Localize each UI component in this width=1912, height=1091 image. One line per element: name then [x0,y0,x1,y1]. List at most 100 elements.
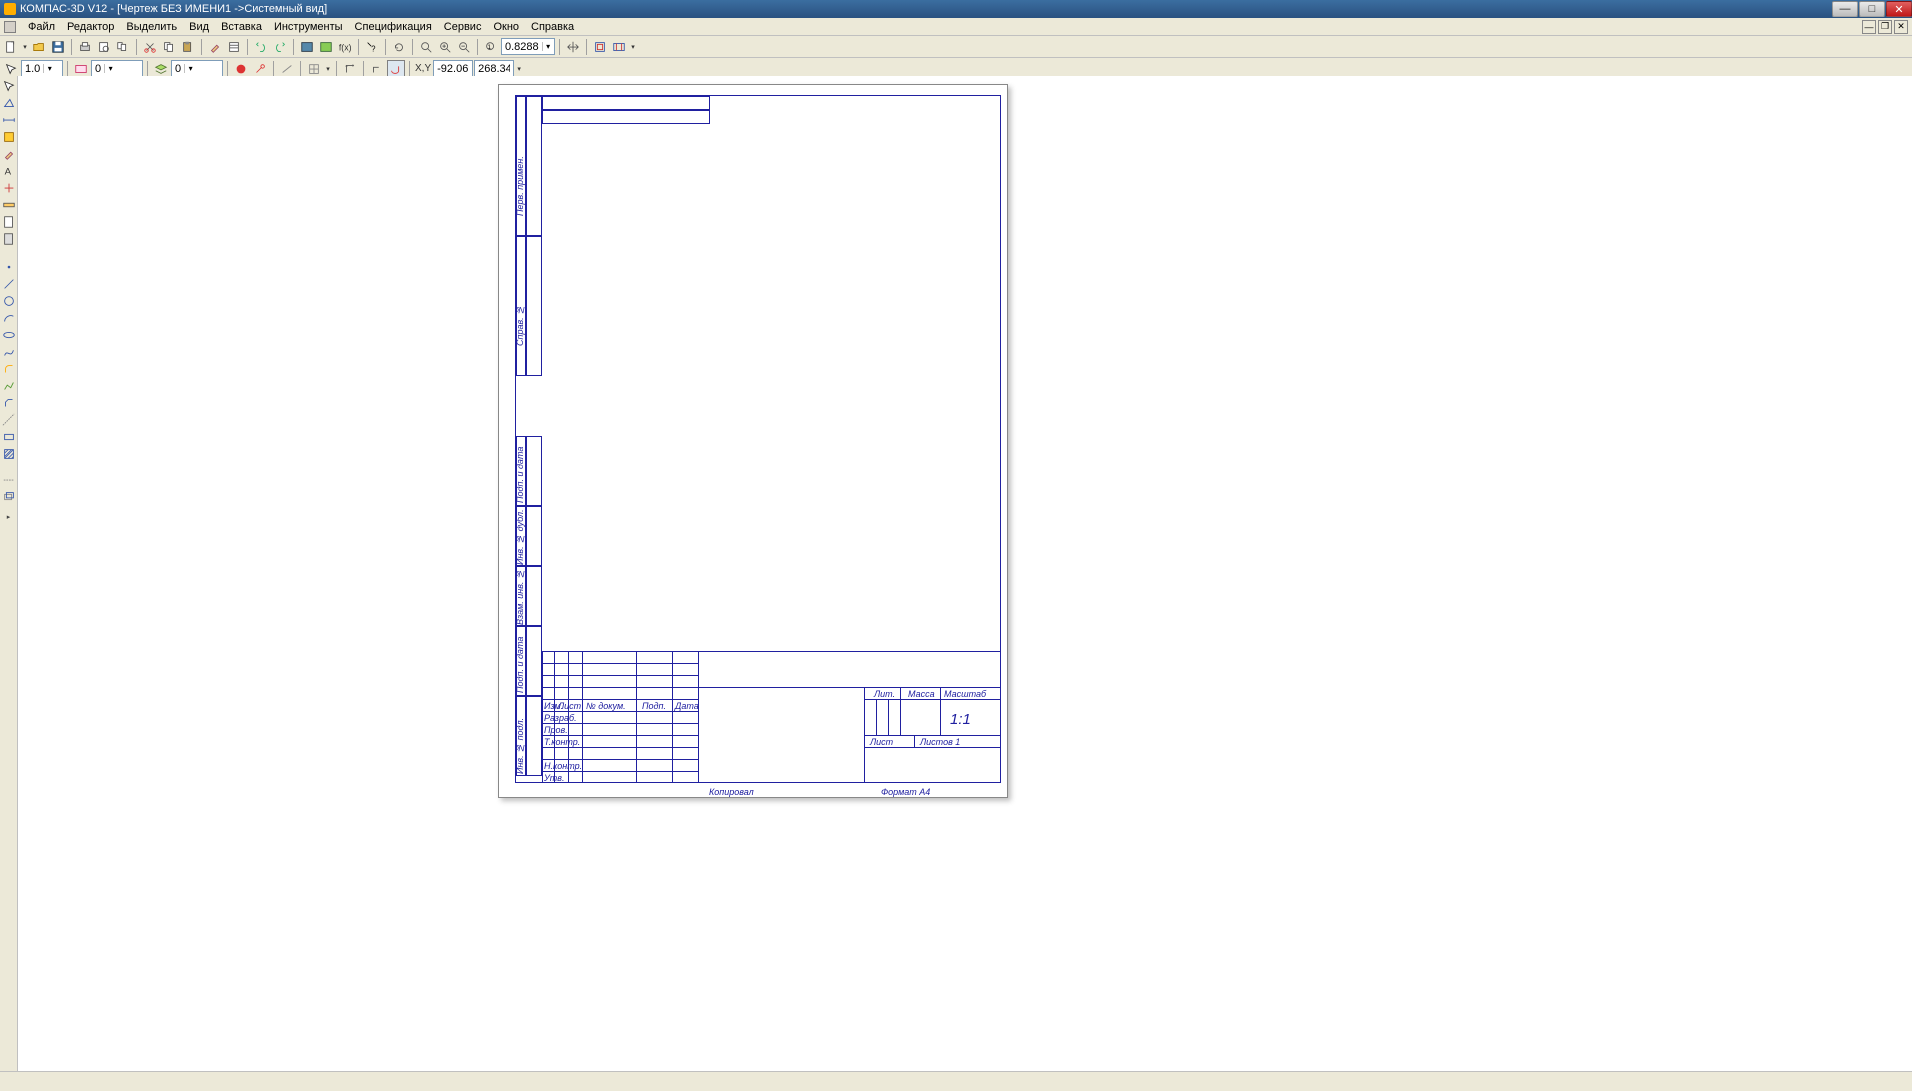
mdi-minimize-button[interactable]: — [1862,20,1876,34]
step-dropdown[interactable]: 1.0 ▾ [21,60,63,77]
open-button[interactable] [30,38,48,56]
chamfer-tool-button[interactable] [1,395,17,411]
print-button[interactable] [76,38,94,56]
menu-select[interactable]: Выделить [120,20,183,34]
minimize-button[interactable]: — [1832,1,1858,17]
maximize-button[interactable]: □ [1859,1,1885,17]
offset-tool-button[interactable] [1,489,17,505]
selection-tool-button[interactable] [1,78,17,94]
zoom-in-button[interactable] [436,38,454,56]
mdi-document-icon[interactable] [4,21,16,33]
standard-toolbar: ▾ f(x) ? 1 0.8288 ▾ ▾ [0,36,1912,58]
new-dropdown[interactable]: ▾ [21,38,29,56]
coord-dropdown-arrow[interactable]: ▾ [515,60,523,78]
step-cursor-button[interactable] [2,60,20,78]
coord-y-input[interactable] [474,60,514,77]
local-system-button[interactable] [341,60,359,78]
workspace[interactable]: Перв. примен. Справ. № Подп. и дата Инв.… [18,76,1912,1071]
spline-tool-button[interactable] [1,344,17,360]
snap-button[interactable] [387,60,405,78]
zoom-fit-button[interactable] [610,38,628,56]
geometry-panel-button[interactable] [1,95,17,111]
zoom-value-dropdown[interactable]: 0.8288 ▾ [501,38,555,55]
round-button[interactable] [251,60,269,78]
side-label-podp-data2: Подп. и дата [515,631,525,693]
copy-button[interactable] [160,38,178,56]
expand-panel-arrow[interactable]: ▸ [7,513,11,521]
line-tool-button[interactable] [1,276,17,292]
refresh-button[interactable] [390,38,408,56]
layers-button[interactable] [152,60,170,78]
arc-tool-button[interactable] [1,310,17,326]
stop-button[interactable] [232,60,250,78]
properties-button[interactable] [225,38,243,56]
tb-kopiroval: Копировал [709,787,754,797]
whatsthis-button[interactable]: ? [363,38,381,56]
manager-libraries-button[interactable] [298,38,316,56]
spec-panel-button[interactable] [1,214,17,230]
tb-format: Формат A4 [881,787,930,797]
menu-service[interactable]: Сервис [438,20,488,34]
redo-button[interactable] [271,38,289,56]
fx-button[interactable]: f(x) [336,38,354,56]
pan-button[interactable] [564,38,582,56]
svg-text:f(x): f(x) [339,42,352,52]
menu-insert[interactable]: Вставка [215,20,268,34]
polyline-tool-button[interactable] [1,378,17,394]
mdi-restore-button[interactable]: ❐ [1878,20,1892,34]
fillet-tool-button[interactable] [1,361,17,377]
reports-panel-button[interactable] [1,231,17,247]
grid-button[interactable] [305,60,323,78]
point-tool-button[interactable] [1,259,17,275]
cut-button[interactable] [141,38,159,56]
close-button[interactable]: ✕ [1886,1,1912,17]
params-panel-button[interactable] [1,180,17,196]
tb-col-lit: Лит. [874,689,895,699]
rectangle-tool-button[interactable] [1,429,17,445]
zoom-scale-button[interactable]: 1 [482,38,500,56]
style-dropdown[interactable]: 0 ▾ [91,60,143,77]
tb-row-prov: Пров. [544,725,568,735]
zoom-window-button[interactable] [417,38,435,56]
text-panel-button[interactable]: A [1,163,17,179]
status-bar [0,1071,1912,1091]
view-dropdown-arrow[interactable]: ▾ [629,38,637,56]
menu-window[interactable]: Окно [487,20,525,34]
side-label-podp-data1: Подп. и дата [515,441,525,503]
save-button[interactable] [49,38,67,56]
states-button[interactable] [72,60,90,78]
menu-spec[interactable]: Спецификация [349,20,438,34]
menu-editor[interactable]: Редактор [61,20,120,34]
format-painter-button[interactable] [206,38,224,56]
paste-button[interactable] [179,38,197,56]
style-line-button[interactable] [278,60,296,78]
grid-dropdown-arrow[interactable]: ▾ [324,60,332,78]
measure-panel-button[interactable] [1,197,17,213]
dimensions-panel-button[interactable] [1,112,17,128]
zoom-all-button[interactable] [591,38,609,56]
svg-text:1: 1 [488,43,492,50]
new-button[interactable] [2,38,20,56]
ortho-button[interactable] [368,60,386,78]
menu-file[interactable]: Файл [22,20,61,34]
variables-button[interactable] [317,38,335,56]
menu-tools[interactable]: Инструменты [268,20,349,34]
editing-panel-button[interactable] [1,146,17,162]
mdi-close-button[interactable]: ✕ [1894,20,1908,34]
hatch-tool-button[interactable] [1,446,17,462]
ellipse-tool-button[interactable] [1,327,17,343]
layer-dropdown[interactable]: 0 ▾ [171,60,223,77]
symbols-panel-button[interactable] [1,129,17,145]
preview-button[interactable] [95,38,113,56]
zoom-out-button[interactable] [455,38,473,56]
tb-col-massa: Масса [908,689,935,699]
coord-x-input[interactable] [433,60,473,77]
menu-view[interactable]: Вид [183,20,215,34]
circle-tool-button[interactable] [1,293,17,309]
undo-button[interactable] [252,38,270,56]
document-manager-button[interactable] [114,38,132,56]
tb-row-tkontr: Т.контр. [544,737,580,747]
menu-help[interactable]: Справка [525,20,580,34]
aux-line-tool-button[interactable] [1,472,17,488]
infinite-line-tool-button[interactable] [1,412,17,428]
